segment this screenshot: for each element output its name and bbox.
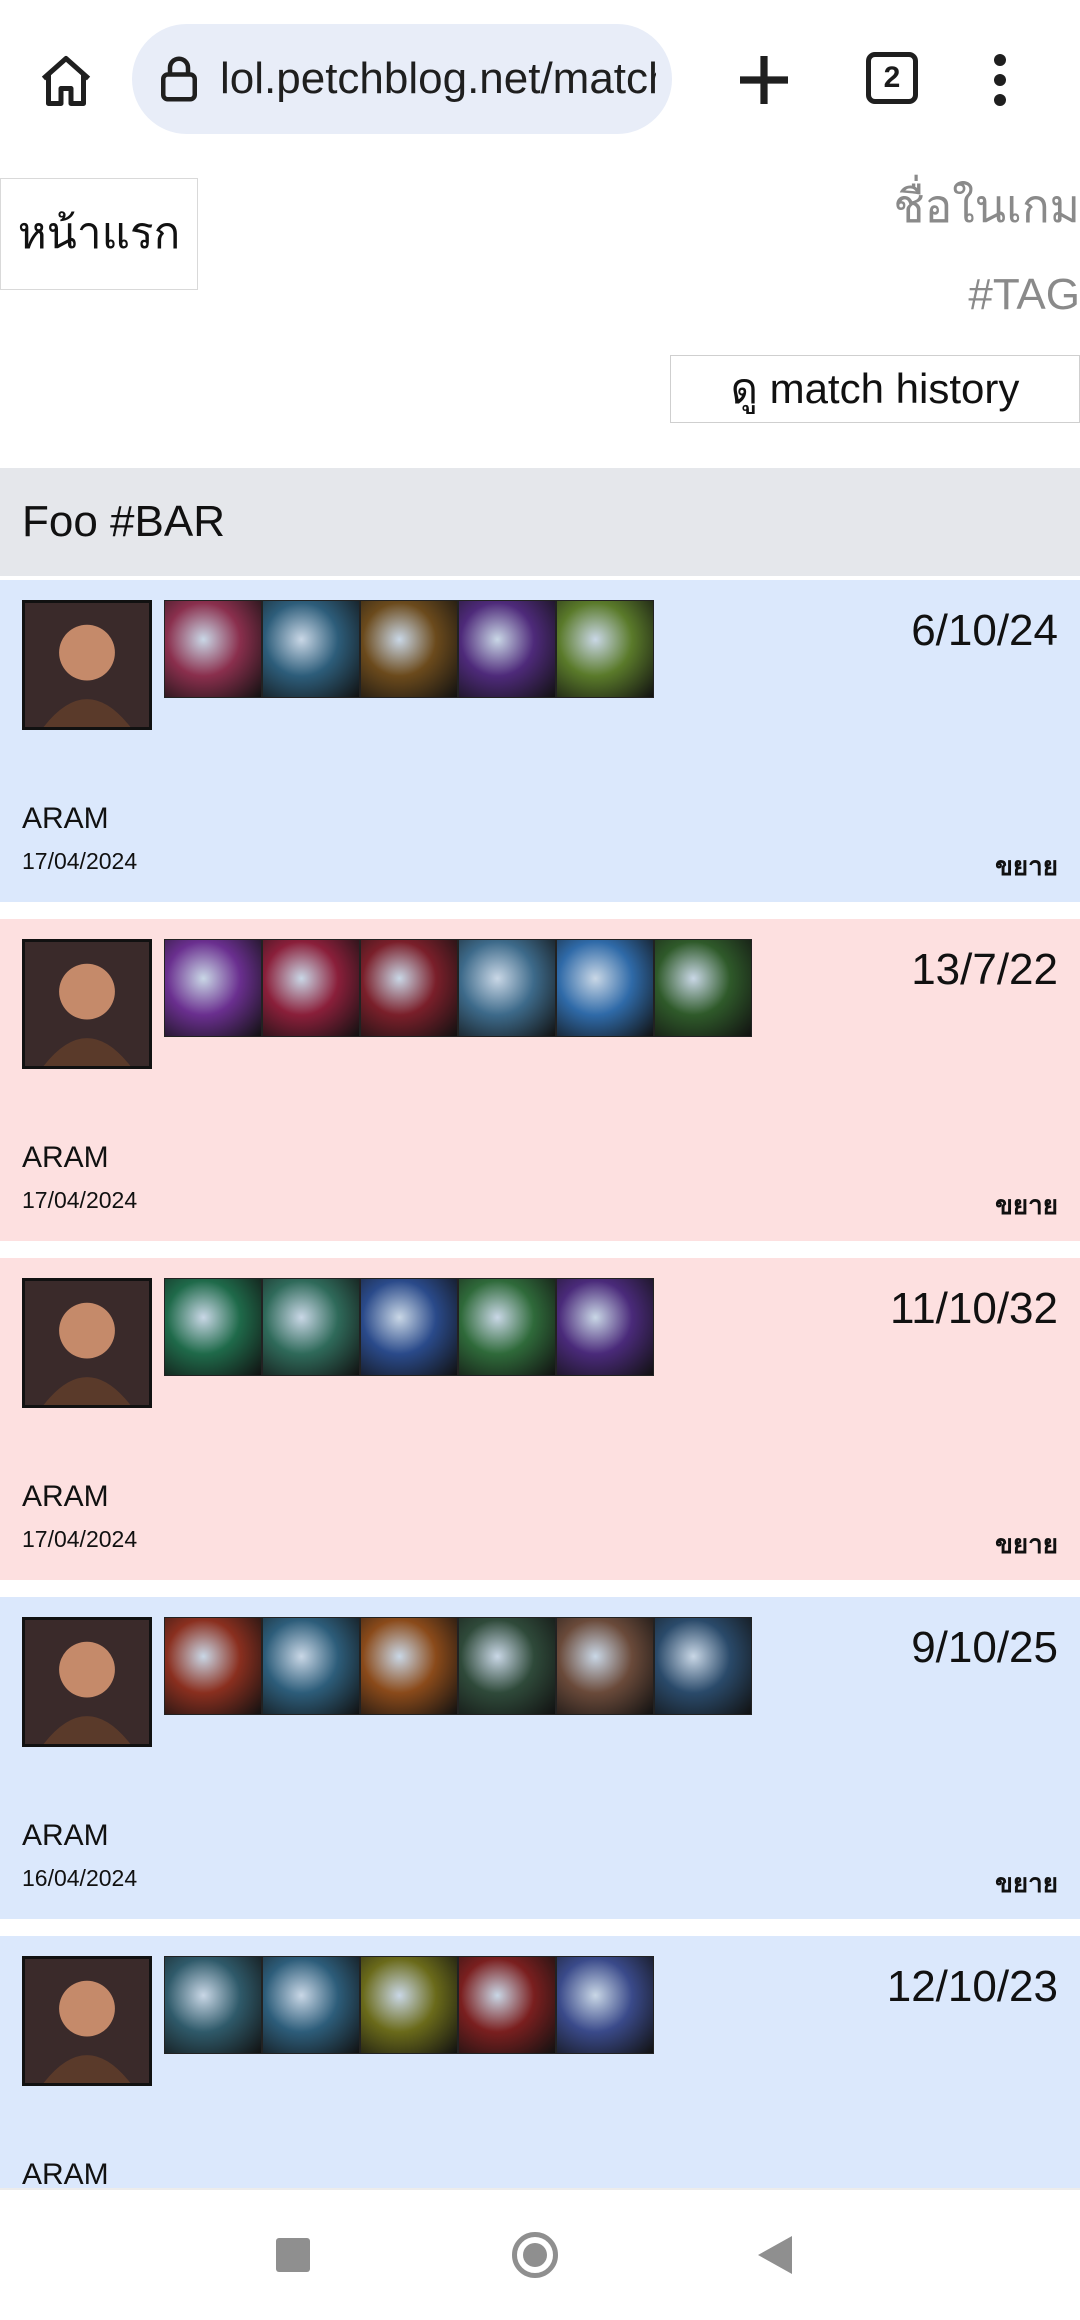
item-row: [164, 1956, 654, 2054]
item-row: [164, 600, 654, 698]
item-icon: [262, 1617, 360, 1715]
match-date: 16/04/2024: [22, 1865, 138, 1891]
item-icon: [556, 1956, 654, 2054]
url-text: lol.petchblog.net/match-history: [220, 54, 656, 103]
item-icon: [654, 939, 752, 1037]
champion-icon: [22, 1617, 152, 1747]
recents-icon[interactable]: [276, 2238, 310, 2272]
item-icon: [262, 1956, 360, 2054]
summoner-name-input[interactable]: ชื่อในเกม: [640, 170, 1080, 243]
item-icon: [360, 1278, 458, 1376]
champion-icon: [22, 939, 152, 1069]
item-icon: [654, 1617, 752, 1715]
item-icon: [360, 1617, 458, 1715]
tab-switcher-button[interactable]: 2: [866, 52, 918, 104]
item-icon: [556, 939, 654, 1037]
item-icon: [556, 1278, 654, 1376]
item-icon: [164, 1956, 262, 2054]
game-mode: ARAM: [22, 1141, 109, 1174]
item-row: [164, 939, 752, 1037]
item-icon: [360, 1956, 458, 2054]
item-icon: [458, 1617, 556, 1715]
item-icon: [262, 939, 360, 1037]
kda-score: 9/10/25: [911, 1623, 1058, 1672]
game-mode: ARAM: [22, 1819, 109, 1852]
item-icon: [360, 600, 458, 698]
match-date: 17/04/2024: [22, 848, 138, 874]
more-menu-icon[interactable]: [980, 50, 1020, 110]
kda-score: 6/10/24: [911, 606, 1058, 655]
match-date: 17/04/2024: [22, 1526, 138, 1552]
game-mode: ARAM: [22, 1480, 109, 1513]
champion-icon: [22, 1956, 152, 2086]
item-icon: [360, 939, 458, 1037]
champion-icon: [22, 600, 152, 730]
item-icon: [262, 1278, 360, 1376]
lock-icon: [161, 56, 197, 102]
item-icon: [458, 939, 556, 1037]
expand-button[interactable]: ขยาย: [995, 1524, 1058, 1565]
item-icon: [556, 600, 654, 698]
item-icon: [164, 939, 262, 1037]
item-icon: [458, 1278, 556, 1376]
item-icon: [164, 1278, 262, 1376]
expand-button[interactable]: ขยาย: [995, 846, 1058, 887]
game-mode: ARAM: [22, 802, 109, 835]
match-card[interactable]: 6/10/24 ARAM 17/04/2024 ขยาย: [0, 580, 1080, 902]
player-name-header: Foo #BAR: [0, 468, 1080, 576]
item-icon: [458, 1956, 556, 2054]
tag-input[interactable]: #TAG: [840, 270, 1080, 320]
system-nav-bar: [0, 2188, 1080, 2320]
kda-score: 13/7/22: [911, 945, 1058, 994]
browser-toolbar: lol.petchblog.net/match-history 2: [0, 0, 1080, 160]
item-row: [164, 1278, 654, 1376]
home-nav-icon[interactable]: [512, 2232, 558, 2278]
item-icon: [262, 600, 360, 698]
game-mode: ARAM: [22, 2158, 109, 2191]
back-icon[interactable]: [758, 2236, 792, 2274]
home-icon[interactable]: [30, 45, 102, 117]
item-icon: [164, 600, 262, 698]
match-list: 6/10/24 ARAM 17/04/2024 ขยาย 13/7/22 ARAM 17/0…: [0, 580, 1080, 2275]
match-date: 17/04/2024: [22, 1187, 138, 1213]
match-card[interactable]: 13/7/22 ARAM 17/04/2024 ขยาย: [0, 919, 1080, 1241]
match-card[interactable]: 9/10/25 ARAM 16/04/2024 ขยาย: [0, 1597, 1080, 1919]
kda-score: 11/10/32: [889, 1284, 1058, 1333]
champion-icon: [22, 1278, 152, 1408]
match-card[interactable]: 11/10/32 ARAM 17/04/2024 ขยาย: [0, 1258, 1080, 1580]
address-bar[interactable]: lol.petchblog.net/match-history: [132, 24, 672, 134]
kda-score: 12/10/23: [886, 1962, 1058, 2011]
view-match-history-button[interactable]: ดู match history: [670, 355, 1080, 423]
new-tab-icon[interactable]: [728, 44, 800, 116]
home-link-button[interactable]: หน้าแรก: [0, 178, 198, 290]
expand-button[interactable]: ขยาย: [995, 1185, 1058, 1226]
item-icon: [164, 1617, 262, 1715]
item-row: [164, 1617, 752, 1715]
expand-button[interactable]: ขยาย: [995, 1863, 1058, 1904]
item-icon: [458, 600, 556, 698]
item-icon: [556, 1617, 654, 1715]
